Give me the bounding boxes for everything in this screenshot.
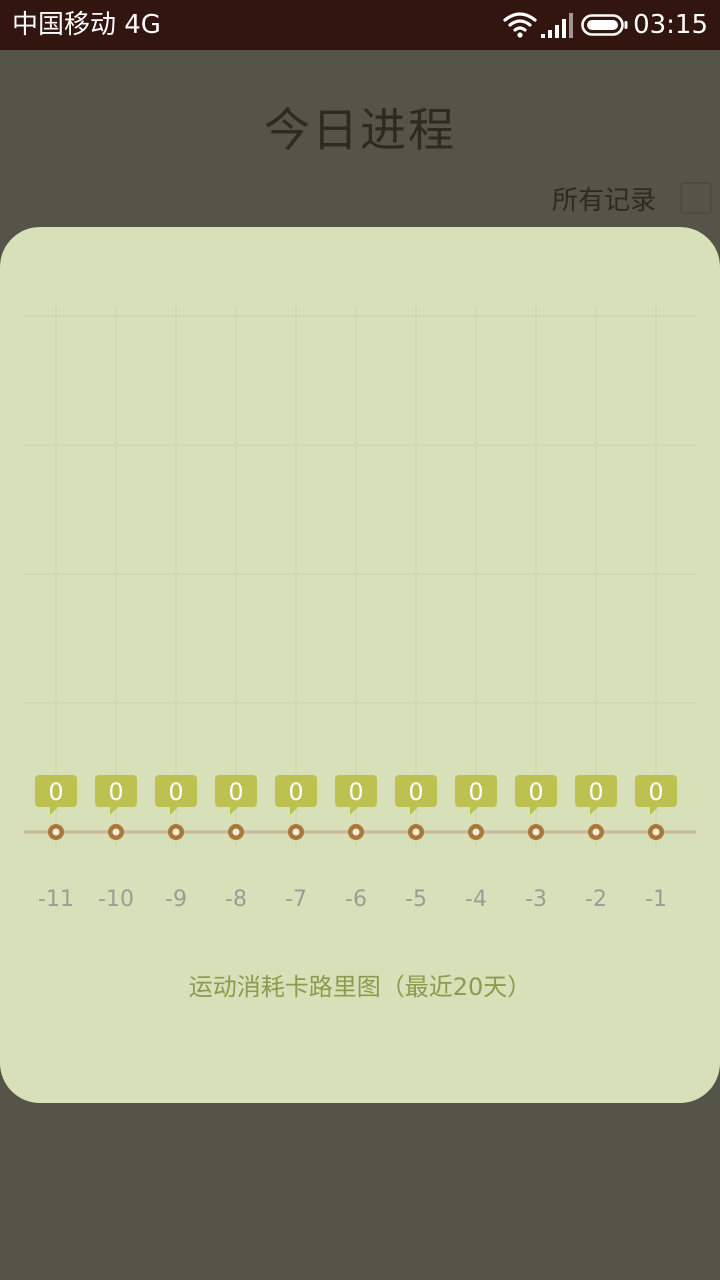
x-tick-label: -5 (405, 887, 427, 912)
data-label-pointer (470, 807, 478, 815)
all-records-toggle[interactable]: 所有记录 (551, 178, 712, 218)
data-label: 0 (48, 778, 63, 806)
clock: 03:15 (633, 10, 708, 40)
data-label: 0 (468, 778, 483, 806)
x-tick-label: -8 (225, 887, 247, 912)
x-tick-label: -3 (525, 887, 547, 912)
data-label: 0 (168, 778, 183, 806)
data-label: 0 (588, 778, 603, 806)
data-point-center (592, 828, 600, 836)
data-label-pointer (590, 807, 598, 815)
data-label: 0 (108, 778, 123, 806)
data-label-pointer (650, 807, 658, 815)
data-point-center (352, 828, 360, 836)
data-label-pointer (50, 807, 58, 815)
battery-icon (581, 14, 628, 36)
data-point-center (172, 828, 180, 836)
data-label-pointer (110, 807, 118, 815)
data-label: 0 (228, 778, 243, 806)
x-tick-label: -10 (98, 887, 134, 912)
x-tick-label: -1 (645, 887, 667, 912)
all-records-label: 所有记录 (551, 185, 656, 216)
chart-dialog: 0 -11 0 -10 0 -9 0 -8 0 -7 0 -6 0 -5 0 -4 0 -3 0 -2 0 -1 运动消耗… (0, 227, 720, 1103)
carrier-label: 中国移动 4G (12, 10, 161, 40)
data-point-center (652, 828, 660, 836)
data-label-pointer (350, 807, 358, 815)
status-icons: 03:15 (503, 8, 708, 42)
x-tick-label: -7 (285, 887, 307, 912)
x-tick-label: -9 (165, 887, 187, 912)
data-label: 0 (348, 778, 363, 806)
data-label-pointer (230, 807, 238, 815)
signal-icon (541, 13, 574, 38)
data-label-pointer (290, 807, 298, 815)
x-tick-label: -2 (585, 887, 607, 912)
wifi-icon (503, 12, 537, 38)
data-point-center (292, 828, 300, 836)
x-tick-label: -4 (465, 887, 487, 912)
chart-title: 运动消耗卡路里图（最近20天） (188, 973, 532, 1001)
data-label-pointer (530, 807, 538, 815)
data-label: 0 (408, 778, 423, 806)
data-label: 0 (528, 778, 543, 806)
data-label-pointer (410, 807, 418, 815)
x-tick-label: -6 (345, 887, 367, 912)
data-label-pointer (170, 807, 178, 815)
data-label: 0 (648, 778, 663, 806)
x-tick-label: -11 (38, 887, 74, 912)
data-point-center (52, 828, 60, 836)
data-point-center (412, 828, 420, 836)
data-point-center (232, 828, 240, 836)
data-point-center (532, 828, 540, 836)
page-title: 今日进程 (264, 103, 456, 157)
data-point-center (472, 828, 480, 836)
status-bar: 中国移动 4G 03:15 (0, 0, 720, 50)
data-label: 0 (288, 778, 303, 806)
all-records-checkbox[interactable] (680, 182, 712, 214)
data-point-center (112, 828, 120, 836)
